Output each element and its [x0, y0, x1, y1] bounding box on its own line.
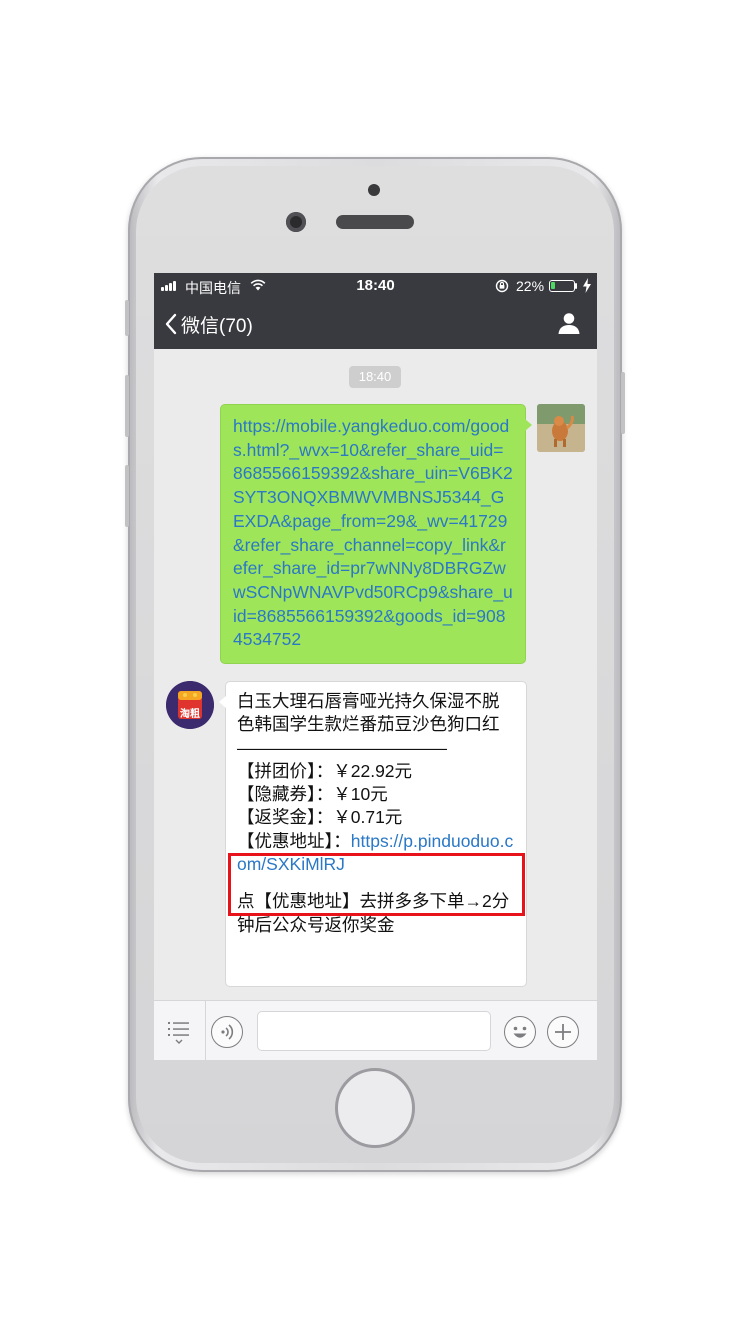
volume-down-button: [125, 465, 129, 527]
volume-up-button: [125, 375, 129, 437]
promo-text: 点【优惠地址】去拼多多下单→2分钟后公众号返你奖金: [237, 891, 510, 935]
power-button: [621, 372, 625, 434]
earpiece-speaker: [336, 215, 414, 229]
shared-link[interactable]: https://mobile.yangkeduo.com/goods.html?…: [233, 416, 513, 649]
back-label: 微信(70): [181, 315, 253, 337]
nav-bar: 微信(70): [154, 298, 597, 349]
dog-photo-icon: [537, 404, 585, 452]
received-message-bubble[interactable]: 白玉大理石唇膏哑光持久保湿不脱色韩国学生款烂番茄豆沙色狗口红 —————————…: [219, 681, 527, 987]
product-title: 白玉大理石唇膏哑光持久保湿不脱色韩国学生款烂番茄豆沙色狗口红: [237, 691, 500, 735]
hidden-coupon: 【隐藏券】：￥10元: [237, 784, 388, 805]
divider-line: ————————————: [237, 737, 447, 758]
menu-list-icon: [168, 1022, 189, 1044]
battery-icon: [549, 280, 575, 292]
avatar-text: 淘粗: [180, 709, 200, 720]
group-price: 【拼团价】：￥22.92元: [237, 760, 413, 781]
emoji-button[interactable]: [504, 1016, 536, 1048]
voice-icon: [221, 1024, 234, 1040]
home-button[interactable]: [335, 1068, 415, 1148]
avatar[interactable]: 淘粗: [166, 681, 214, 729]
battery-percent: 22%: [516, 278, 545, 294]
input-bar: [154, 1000, 597, 1060]
battery-level-fill: [551, 282, 555, 289]
voice-button[interactable]: [211, 1016, 243, 1048]
deal-address: 【优惠地址】：https://p.pinduoduo.com/SXKiMlRJ: [237, 830, 515, 877]
sent-message-bubble[interactable]: https://mobile.yangkeduo.com/goods.html?…: [220, 404, 532, 664]
message-input[interactable]: [257, 1011, 491, 1051]
charging-bolt-icon: [583, 278, 591, 293]
mute-switch: [125, 300, 129, 336]
back-button[interactable]: 微信(70): [164, 310, 253, 338]
plus-button[interactable]: [547, 1016, 579, 1048]
proximity-sensor: [368, 184, 380, 196]
menu-button[interactable]: [154, 1001, 206, 1060]
status-bar: 中国电信 18:40 22%: [154, 273, 597, 298]
rotation-lock-icon: [495, 279, 509, 293]
chevron-left-icon: [165, 313, 177, 335]
deal-address-label: 【优惠地址】：: [237, 830, 351, 851]
phone-screen: 中国电信 18:40 22% 微信(70) 18:40 https://mobi…: [154, 273, 597, 1060]
person-icon[interactable]: [557, 311, 581, 335]
message-timestamp: 18:40: [349, 366, 401, 388]
battery-cap: [575, 283, 577, 289]
plus-icon: [555, 1024, 571, 1040]
rebate-amount: 【返奖金】：￥0.71元: [237, 807, 403, 828]
front-camera: [286, 212, 306, 232]
avatar[interactable]: [537, 404, 585, 452]
emoji-icon: [513, 1026, 527, 1038]
